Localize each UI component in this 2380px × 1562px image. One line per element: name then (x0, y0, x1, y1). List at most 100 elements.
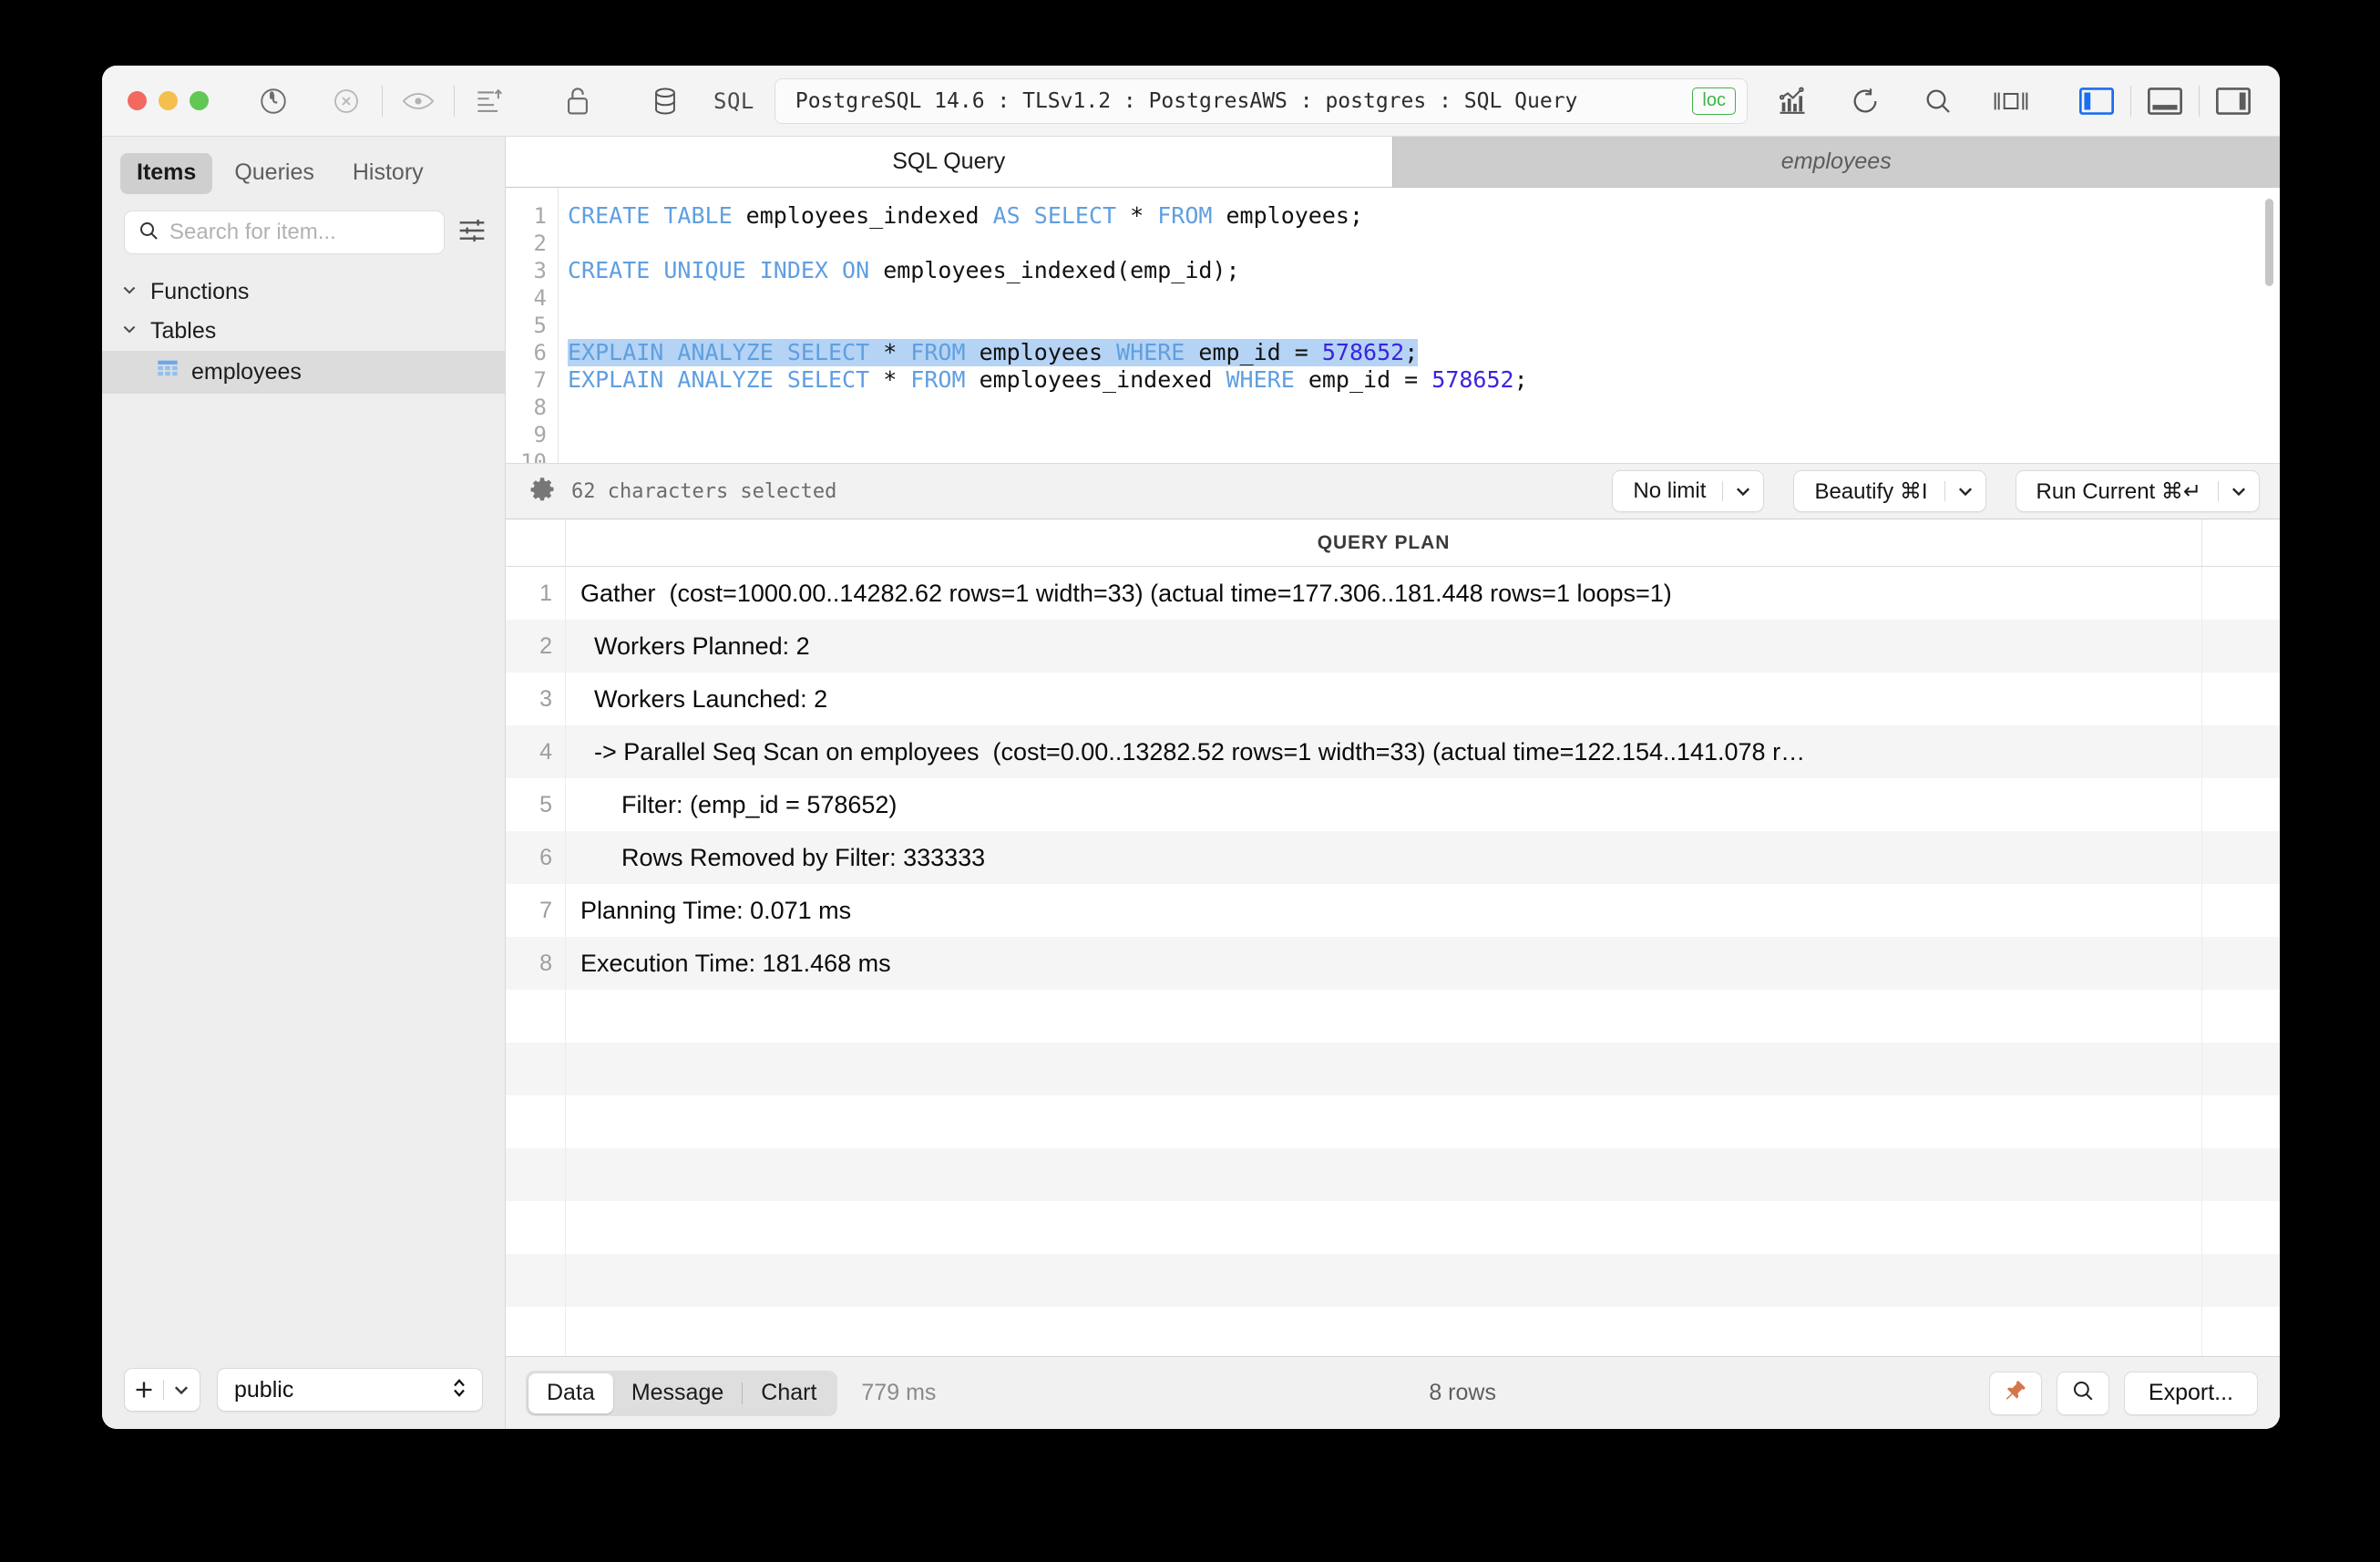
sql-editor[interactable]: 1 2 3 4 5 6 7 8 9 10 CREATE TABLE employ… (506, 188, 2280, 463)
row-number: 4 (506, 725, 566, 778)
bottom-panel-toggle[interactable] (2142, 81, 2188, 121)
filter-icon[interactable] (457, 218, 487, 248)
row-number-empty (506, 1148, 566, 1201)
sidebar-tab-items[interactable]: Items (120, 153, 213, 194)
editor-code-area[interactable]: CREATE TABLE employees_indexed AS SELECT… (559, 188, 2280, 463)
code-line[interactable]: CREATE TABLE employees_indexed AS SELECT… (568, 202, 2280, 230)
code-line[interactable]: EXPLAIN ANALYZE SELECT * FROM employees … (568, 339, 1419, 366)
limit-button[interactable]: No limit (1612, 470, 1765, 512)
results-header: QUERY PLAN (506, 519, 2280, 567)
search-box[interactable] (124, 211, 445, 254)
beautify-button[interactable]: Beautify ⌘I (1793, 470, 1986, 512)
results-body[interactable]: 1 Gather (cost=1000.00..14282.62 rows=1 w… (506, 567, 2280, 1356)
table-row[interactable]: 2 Workers Planned: 2 (506, 620, 2280, 673)
sidebar-tab-queries[interactable]: Queries (218, 153, 331, 194)
tree-item-employees[interactable]: employees (102, 351, 505, 394)
lock-icon[interactable] (553, 77, 602, 126)
tree-item-label: employees (191, 359, 302, 385)
close-connection-icon[interactable] (322, 77, 371, 126)
table-cell-query-plan[interactable]: Workers Planned: 2 (566, 620, 2201, 673)
code-line[interactable]: CREATE UNIQUE INDEX ON employees_indexed… (568, 257, 2280, 284)
table-cell-query-plan[interactable]: Filter: (emp_id = 578652) (566, 778, 2201, 831)
empty-table-row (506, 1095, 2280, 1148)
chart-icon[interactable] (1768, 77, 1817, 126)
gear-icon[interactable] (529, 477, 555, 507)
table-cell-empty (566, 990, 2201, 1043)
pin-button[interactable] (1988, 1371, 2042, 1415)
tree-group-functions[interactable]: Functions (102, 272, 505, 312)
sql-keyword: FROM (910, 339, 966, 365)
search-input[interactable] (169, 220, 431, 245)
sql-text: employees (965, 339, 1117, 365)
tree-group-label: Tables (150, 318, 217, 344)
row-tail (2201, 1307, 2280, 1356)
table-cell-query-plan[interactable]: Gather (cost=1000.00..14282.62 rows=1 wi… (566, 567, 2201, 620)
tab-data[interactable]: Data (528, 1372, 613, 1413)
table-row[interactable]: 5 Filter: (emp_id = 578652) (506, 778, 2280, 831)
chevron-down-icon[interactable] (163, 1380, 200, 1400)
sql-text: * (869, 366, 911, 393)
schema-select[interactable]: public (217, 1368, 483, 1412)
close-window-button[interactable] (128, 91, 147, 110)
results-bottom-bar: Data Message Chart 779 ms 8 rows Export.… (506, 1356, 2280, 1429)
chevron-down-icon[interactable] (1945, 481, 1985, 501)
plugin-icon[interactable] (249, 77, 298, 126)
row-tail (2201, 1254, 2280, 1307)
column-header-query-plan[interactable]: QUERY PLAN (566, 519, 2201, 566)
code-line[interactable] (568, 230, 2280, 257)
table-cell-empty (566, 1254, 2201, 1307)
sql-text: employees_indexed (732, 202, 993, 229)
add-item-button[interactable] (124, 1368, 200, 1412)
code-line[interactable] (568, 448, 2280, 463)
table-cell-query-plan[interactable]: Rows Removed by Filter: 333333 (566, 831, 2201, 884)
tab-chart[interactable]: Chart (743, 1373, 835, 1413)
row-count: 8 rows (1429, 1380, 1496, 1405)
search-icon[interactable] (1913, 77, 1963, 126)
table-cell-query-plan[interactable]: Workers Launched: 2 (566, 673, 2201, 725)
sidebar-search-row (102, 203, 505, 267)
body: Items Queries History Search for item...… (102, 137, 2280, 1429)
tab-employees[interactable]: employees (1392, 137, 2280, 187)
code-line[interactable] (568, 312, 2280, 339)
run-current-button[interactable]: Run Current ⌘↵ (2015, 470, 2260, 512)
table-row[interactable]: 4 -> Parallel Seq Scan on employees (cos… (506, 725, 2280, 778)
bottom-actions: Export... (1988, 1371, 2258, 1415)
results-search-button[interactable] (2056, 1371, 2109, 1415)
left-panel-toggle[interactable] (2074, 81, 2119, 121)
connection-field[interactable]: PostgreSQL 14.6 : TLSv1.2 : PostgresAWS … (774, 77, 1748, 124)
code-line[interactable] (568, 421, 2280, 448)
tree-group-tables[interactable]: Tables (102, 312, 505, 351)
table-row[interactable]: 3 Workers Launched: 2 (506, 673, 2280, 725)
table-row[interactable]: 7 Planning Time: 0.071 ms (506, 884, 2280, 937)
table-row[interactable]: 8 Execution Time: 181.468 ms (506, 937, 2280, 990)
export-button[interactable]: Export... (2123, 1371, 2258, 1415)
expand-icon[interactable] (1986, 77, 2036, 126)
tab-sql-query[interactable]: SQL Query (506, 137, 1393, 187)
sidebar-tab-history[interactable]: History (336, 153, 440, 194)
sort-icon[interactable] (466, 77, 515, 126)
database-icon[interactable] (641, 77, 690, 126)
code-line[interactable]: EXPLAIN ANALYZE SELECT * FROM employees_… (568, 366, 2280, 394)
table-row[interactable]: 6 Rows Removed by Filter: 333333 (506, 831, 2280, 884)
code-line[interactable] (568, 394, 2280, 421)
table-cell-query-plan[interactable]: Execution Time: 181.468 ms (566, 937, 2201, 990)
search-icon (138, 220, 159, 246)
code-line[interactable] (568, 284, 2280, 312)
table-cell-query-plan[interactable]: Planning Time: 0.071 ms (566, 884, 2201, 937)
right-panel-toggle[interactable] (2211, 81, 2256, 121)
sql-text: * (1116, 202, 1158, 229)
refresh-icon[interactable] (1841, 77, 1890, 126)
zoom-window-button[interactable] (190, 91, 209, 110)
preview-icon[interactable] (394, 77, 443, 126)
table-cell-query-plan[interactable]: -> Parallel Seq Scan on employees (cost=… (566, 725, 2201, 778)
chevron-down-icon (120, 318, 138, 344)
toolbar-divider (2130, 85, 2131, 117)
chevron-down-icon[interactable] (2219, 481, 2259, 501)
chevron-down-icon[interactable] (1723, 481, 1763, 501)
tab-message[interactable]: Message (613, 1373, 742, 1413)
table-row[interactable]: 1 Gather (cost=1000.00..14282.62 rows=1 w… (506, 567, 2280, 620)
minimize-window-button[interactable] (159, 91, 178, 110)
editor-scrollbar[interactable] (2265, 199, 2273, 286)
table-cell-empty (566, 1095, 2201, 1148)
sql-text: emp_id = (1185, 339, 1322, 365)
